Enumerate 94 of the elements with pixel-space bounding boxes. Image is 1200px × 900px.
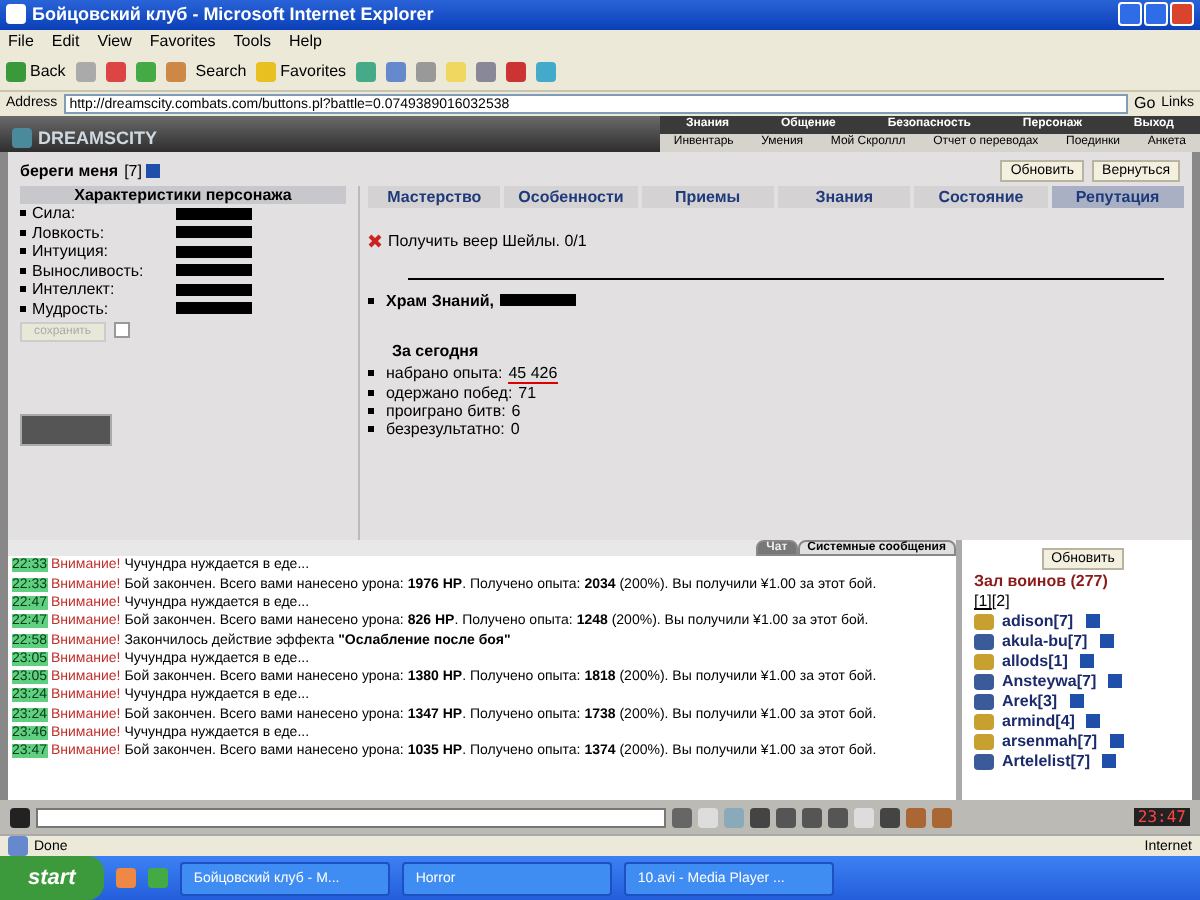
- toolbar-icon[interactable]: [135, 61, 156, 82]
- quest-text: Получить веер Шейлы. 0/1: [388, 231, 587, 250]
- character-level: [7]: [124, 162, 142, 181]
- stat-label: проиграно битв:: [386, 401, 506, 420]
- bullet-icon: [368, 407, 374, 414]
- stat-label: набрано опыта:: [386, 364, 503, 383]
- tab[interactable]: Состояние: [914, 185, 1048, 208]
- stat-label: безрезультатно:: [386, 419, 505, 438]
- cross-icon: [368, 233, 382, 248]
- maximize-button[interactable]: [1144, 2, 1168, 27]
- user-name[interactable]: arsenmah[7]: [1002, 732, 1098, 751]
- favorites-button[interactable]: Favorites: [256, 61, 347, 82]
- search-button[interactable]: Search: [195, 62, 247, 81]
- stat-label: Ловкость:: [32, 223, 107, 242]
- bullet-icon: [368, 389, 374, 396]
- redacted-bar: [176, 226, 252, 239]
- toolbar-icon[interactable]: [356, 61, 377, 82]
- stat-value: 6: [511, 401, 521, 420]
- stat-value: 71: [518, 383, 537, 402]
- toolbar-icon[interactable]: [880, 807, 900, 828]
- bullet-icon: [20, 267, 26, 274]
- go-button[interactable]: Go: [1133, 94, 1156, 113]
- stat-value: 45 426: [508, 363, 558, 384]
- back-button[interactable]: Back: [6, 61, 66, 82]
- stat-label: одержано побед:: [386, 383, 513, 402]
- redacted-bar: [176, 207, 252, 220]
- clock: 23:47: [1133, 808, 1190, 827]
- tab[interactable]: Мастерство: [368, 185, 501, 208]
- toolbar-icon[interactable]: [802, 807, 822, 828]
- bullet-icon: [20, 286, 26, 293]
- page-link[interactable]: [1]: [974, 592, 992, 611]
- close-button[interactable]: [1170, 2, 1194, 27]
- counter-badge: [20, 413, 112, 446]
- bullet-icon: [20, 248, 26, 255]
- stat-label: Мудрость:: [32, 299, 111, 318]
- toolbar-icon[interactable]: [386, 61, 407, 82]
- redacted-bar: [500, 294, 576, 307]
- stat-label: Выносливость:: [32, 261, 146, 280]
- stat-label: Интуиция:: [32, 242, 110, 261]
- checkbox[interactable]: [113, 321, 130, 338]
- room-title: Зал воинов (277): [974, 572, 1110, 591]
- user-name[interactable]: akula-bu[7]: [1002, 632, 1088, 651]
- today-heading: За сегодня: [392, 341, 481, 360]
- bullet-icon: [20, 305, 26, 312]
- user-name[interactable]: armind[4]: [1002, 712, 1075, 731]
- stat-label: Сила:: [32, 204, 78, 223]
- stats-header: Характеристики персонажа: [20, 185, 346, 204]
- toolbar-icon[interactable]: [672, 807, 692, 828]
- menu-item[interactable]: Edit: [51, 32, 80, 51]
- tab[interactable]: Приемы: [641, 185, 774, 208]
- toolbar-icon[interactable]: [750, 807, 770, 828]
- tab[interactable]: Особенности: [504, 185, 638, 208]
- bullet-icon: [368, 370, 374, 377]
- user-name[interactable]: Ansteywa[7]: [1002, 672, 1097, 691]
- bullet-icon: [368, 425, 374, 432]
- redacted-bar: [176, 283, 252, 296]
- tab[interactable]: Репутация: [1051, 185, 1184, 208]
- bullet-icon: [368, 297, 374, 304]
- bullet-icon: [20, 210, 26, 217]
- tab[interactable]: Знания: [777, 185, 911, 208]
- game-logo: DREAMSCITY: [38, 127, 158, 148]
- user-name[interactable]: allods[1]: [1002, 652, 1068, 671]
- window-title: Бойцовский клуб - Microsoft Internet Explorer: [32, 4, 434, 25]
- menu-item[interactable]: View: [97, 32, 132, 51]
- toolbar-icon[interactable]: [506, 61, 527, 82]
- stat-label: Интеллект:: [32, 280, 117, 299]
- menu-item[interactable]: File: [8, 32, 34, 51]
- start-button[interactable]: start: [0, 856, 104, 900]
- redacted-bar: [176, 302, 252, 315]
- toolbar-icon[interactable]: [932, 807, 952, 828]
- user-name[interactable]: Arek[3]: [1002, 692, 1058, 711]
- toolbar-icon[interactable]: [906, 807, 926, 828]
- toolbar-icon[interactable]: [536, 61, 557, 82]
- menu-item[interactable]: Help: [288, 32, 322, 51]
- toolbar-icon[interactable]: [105, 61, 126, 82]
- user-name[interactable]: adison[7]: [1002, 612, 1074, 631]
- place-text: Храм Знаний,: [386, 291, 494, 310]
- user-name[interactable]: Artelelist[7]: [1002, 752, 1091, 771]
- toolbar-icon[interactable]: [165, 61, 186, 82]
- minimize-button[interactable]: [1118, 2, 1142, 27]
- stat-value: 0: [510, 419, 520, 438]
- info-icon[interactable]: [145, 164, 160, 179]
- toolbar-icon[interactable]: [776, 807, 796, 828]
- chat-input[interactable]: [36, 807, 666, 828]
- menu-item[interactable]: Tools: [233, 32, 271, 51]
- redacted-bar: [176, 264, 252, 277]
- toolbar-icon[interactable]: [828, 807, 848, 828]
- page-link[interactable]: [2]: [991, 592, 1010, 611]
- menu-item[interactable]: Favorites: [149, 32, 216, 51]
- toolbar-icon[interactable]: [416, 61, 437, 82]
- toolbar-icon[interactable]: [476, 61, 497, 82]
- redacted-bar: [176, 245, 252, 258]
- character-name: береги меня: [20, 162, 119, 181]
- bullet-icon: [20, 229, 26, 236]
